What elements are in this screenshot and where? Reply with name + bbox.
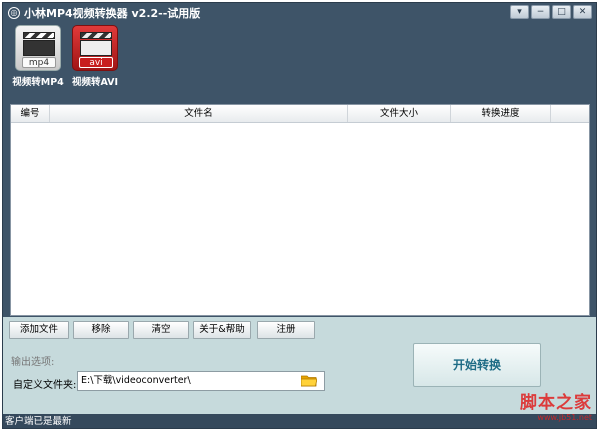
file-list-header: 编号 文件名 文件大小 转换进度: [11, 105, 589, 123]
minimize-icon[interactable]: −: [531, 5, 550, 19]
window-controls: ▾ − □ ✕: [510, 5, 592, 19]
column-filename[interactable]: 文件名: [50, 105, 348, 122]
about-help-button[interactable]: 关于&帮助: [193, 321, 251, 339]
output-options-title: 输出选项:: [11, 357, 55, 368]
avi-clapper-icon: avi: [72, 25, 118, 71]
menu-dropdown-icon[interactable]: ▾: [510, 5, 529, 19]
toolbar: mp4 视频转MP4 avi 视频转AVI: [3, 23, 596, 93]
custom-folder-label: 自定义文件夹:: [13, 380, 77, 391]
maximize-icon[interactable]: □: [552, 5, 571, 19]
convert-to-avi-button[interactable]: avi 视频转AVI: [65, 25, 125, 91]
column-number[interactable]: 编号: [11, 105, 50, 122]
register-button[interactable]: 注册: [257, 321, 315, 339]
mp4-tag: mp4: [22, 57, 56, 68]
column-progress[interactable]: 转换进度: [451, 105, 551, 122]
convert-to-avi-label: 视频转AVI: [71, 77, 119, 88]
window-title: 小林MP4视频转换器 v2.2--试用版: [24, 7, 201, 20]
status-text: 客户端已是最新: [5, 416, 72, 427]
add-file-button[interactable]: 添加文件: [9, 321, 69, 339]
start-conversion-button[interactable]: 开始转换: [413, 343, 541, 387]
clear-button[interactable]: 清空: [133, 321, 189, 339]
status-bar: 客户端已是最新: [3, 414, 596, 428]
output-folder-input[interactable]: E:\下载\videoconverter\: [77, 371, 325, 391]
watermark-logo: 脚本之家: [520, 393, 592, 413]
column-filesize[interactable]: 文件大小: [348, 105, 451, 122]
app-window: ◎ 小林MP4视频转换器 v2.2--试用版 ▾ − □ ✕ mp4 视频转MP…: [2, 2, 597, 429]
bottom-panel: 添加文件 移除 清空 关于&帮助 注册 输出选项: 自定义文件夹: E:\下载\…: [3, 317, 596, 414]
app-logo-icon: ◎: [8, 7, 20, 19]
mp4-clapper-icon: mp4: [15, 25, 61, 71]
avi-tag: avi: [79, 57, 113, 68]
folder-icon[interactable]: [300, 374, 318, 387]
close-icon[interactable]: ✕: [573, 5, 592, 19]
file-list[interactable]: 编号 文件名 文件大小 转换进度: [10, 104, 590, 316]
convert-to-mp4-label: 视频转MP4: [12, 77, 64, 88]
remove-button[interactable]: 移除: [73, 321, 129, 339]
watermark-url: www.jb51.net: [537, 413, 592, 422]
convert-to-mp4-button[interactable]: mp4 视频转MP4: [8, 25, 68, 91]
title-bar[interactable]: ◎ 小林MP4视频转换器 v2.2--试用版 ▾ − □ ✕: [3, 3, 596, 23]
